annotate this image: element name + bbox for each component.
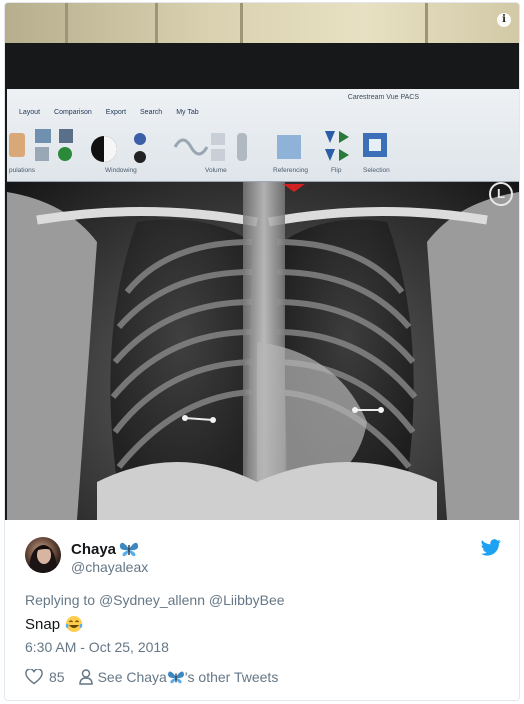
wall-seam <box>155 3 158 43</box>
group-label-selection: Selection <box>363 167 390 174</box>
wall-seam <box>65 3 68 43</box>
pacs-menu: Layout Comparison Export Search My Tab <box>7 109 519 123</box>
body-icon <box>237 133 247 161</box>
tweet-photo[interactable]: Carestream Vue PACS Layout Comparison Ex… <box>5 3 519 520</box>
marker-triangle <box>283 184 305 192</box>
tool-groups <box>7 127 519 167</box>
mention-link[interactable]: @LiibbyBee <box>209 592 285 608</box>
author-name[interactable]: Chaya <box>71 541 116 558</box>
profile-link-prefix[interactable]: See Chaya <box>98 669 167 685</box>
menu-item-search: Search <box>140 109 163 116</box>
tweet-text: Snap <box>25 615 83 633</box>
group-label-referencing: Referencing <box>273 167 309 174</box>
person-icon <box>78 669 93 685</box>
rotate-icon <box>58 147 72 161</box>
butterfly-emoji-icon <box>167 671 184 684</box>
tweet-timestamp[interactable]: 6:30 AM - Oct 25, 2018 <box>25 639 169 655</box>
windowing-icon <box>134 151 146 163</box>
toolbar-icons <box>9 129 387 163</box>
group-label-flip: Flip <box>331 167 342 174</box>
volume-icon <box>173 138 209 156</box>
group-label-manipulations: pulations <box>9 167 36 174</box>
pacs-toolbar: Carestream Vue PACS Layout Comparison Ex… <box>7 89 519 182</box>
embedded-tweet-card: Carestream Vue PACS Layout Comparison Ex… <box>4 2 520 701</box>
author-name-row[interactable]: Chaya <box>71 540 139 558</box>
avatar[interactable] <box>25 537 61 573</box>
tweet-actions: 85 See Chaya 's other Tweets <box>25 668 278 686</box>
hand-icon <box>9 133 25 157</box>
face-with-tears-of-joy-emoji-icon <box>65 616 83 632</box>
left-shoulder <box>7 192 97 520</box>
butterfly-emoji-icon <box>119 542 139 557</box>
reply-prefix: Replying to <box>25 592 96 608</box>
wall-seam <box>240 3 243 43</box>
menu-item-layout: Layout <box>19 109 41 116</box>
chest-xray-image: L <box>7 182 519 520</box>
windowing-icon <box>134 133 146 145</box>
wall-background <box>5 3 519 43</box>
tool-icon <box>35 129 51 143</box>
mention-link[interactable]: @Sydney_allenn <box>99 592 205 608</box>
menu-item-my-tab: My Tab <box>176 109 199 116</box>
author-handle[interactable]: @chayaleax <box>71 559 148 575</box>
heart-icon[interactable] <box>25 669 43 685</box>
tool-icon <box>211 149 225 161</box>
wall-seam <box>425 3 428 43</box>
group-label-windowing: Windowing <box>105 167 137 174</box>
menu-item-comparison: Comparison <box>54 109 92 116</box>
menu-item-export: Export <box>105 109 127 116</box>
right-shoulder <box>427 192 519 520</box>
app-title: Carestream Vue PACS <box>347 94 419 101</box>
tweet-text-content: Snap <box>25 615 61 633</box>
tool-icon <box>59 129 73 143</box>
twitter-bird-icon[interactable] <box>481 539 501 556</box>
tool-icon <box>211 133 225 145</box>
flip-icon <box>339 131 349 143</box>
reply-context: Replying to @Sydney_allenn @LiibbyBee <box>25 592 285 608</box>
profile-link-suffix[interactable]: 's other Tweets <box>185 669 278 685</box>
tweet-details: Chaya @chayaleax Replying to @Sydney_all… <box>5 520 519 700</box>
like-count[interactable]: 85 <box>49 669 65 685</box>
orientation-marker: L <box>489 182 513 206</box>
avatar-photo <box>29 545 57 573</box>
xray-drawing <box>7 182 519 520</box>
lung <box>110 219 252 482</box>
tool-group-labels: pulations Windowing Volume Referencing F… <box>7 167 519 179</box>
info-icon[interactable]: i <box>497 13 511 27</box>
flip-icon <box>325 149 335 161</box>
referencing-icon <box>277 135 301 159</box>
flip-icon <box>339 149 349 161</box>
flip-icon <box>325 131 335 143</box>
group-label-volume: Volume <box>205 167 227 174</box>
tool-icon <box>35 147 49 161</box>
